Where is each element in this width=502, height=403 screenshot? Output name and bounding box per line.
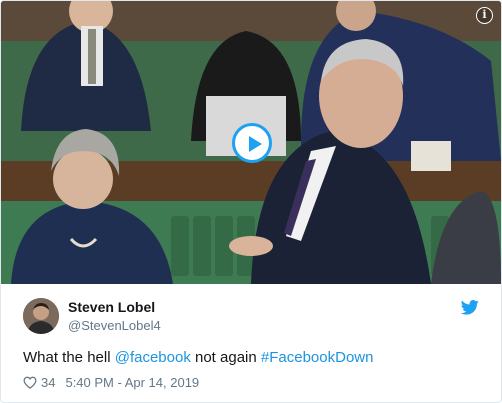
like-count[interactable]: 34 — [41, 375, 55, 390]
tweet-text: What the hell @facebook not again #Faceb… — [23, 349, 373, 366]
author-name[interactable]: Steven Lobel — [68, 299, 155, 315]
timestamp-link[interactable]: 5:40 PM - Apr 14, 2019 — [65, 375, 199, 390]
avatar-image — [23, 298, 59, 334]
info-icon[interactable]: i — [476, 7, 493, 24]
avatar[interactable] — [23, 298, 59, 334]
tweet-body: Steven Lobel @StevenLobel4 What the hell… — [1, 284, 501, 402]
embedded-tweet-card: i Steven Lobel @StevenLobel4 What the he… — [0, 0, 502, 403]
play-button[interactable] — [232, 123, 272, 163]
tweet-meta: 34 5:40 PM - Apr 14, 2019 — [23, 375, 199, 390]
tweet-text-middle: not again — [190, 349, 261, 366]
hashtag-link[interactable]: #FacebookDown — [261, 349, 374, 366]
mention-link[interactable]: @facebook — [115, 349, 191, 366]
author-handle[interactable]: @StevenLobel4 — [68, 318, 161, 333]
twitter-bird-icon[interactable] — [461, 300, 479, 315]
tweet-text-prefix: What the hell — [23, 349, 115, 366]
play-icon — [249, 136, 262, 152]
heart-icon[interactable] — [23, 376, 37, 389]
video-thumbnail[interactable]: i — [1, 1, 501, 284]
